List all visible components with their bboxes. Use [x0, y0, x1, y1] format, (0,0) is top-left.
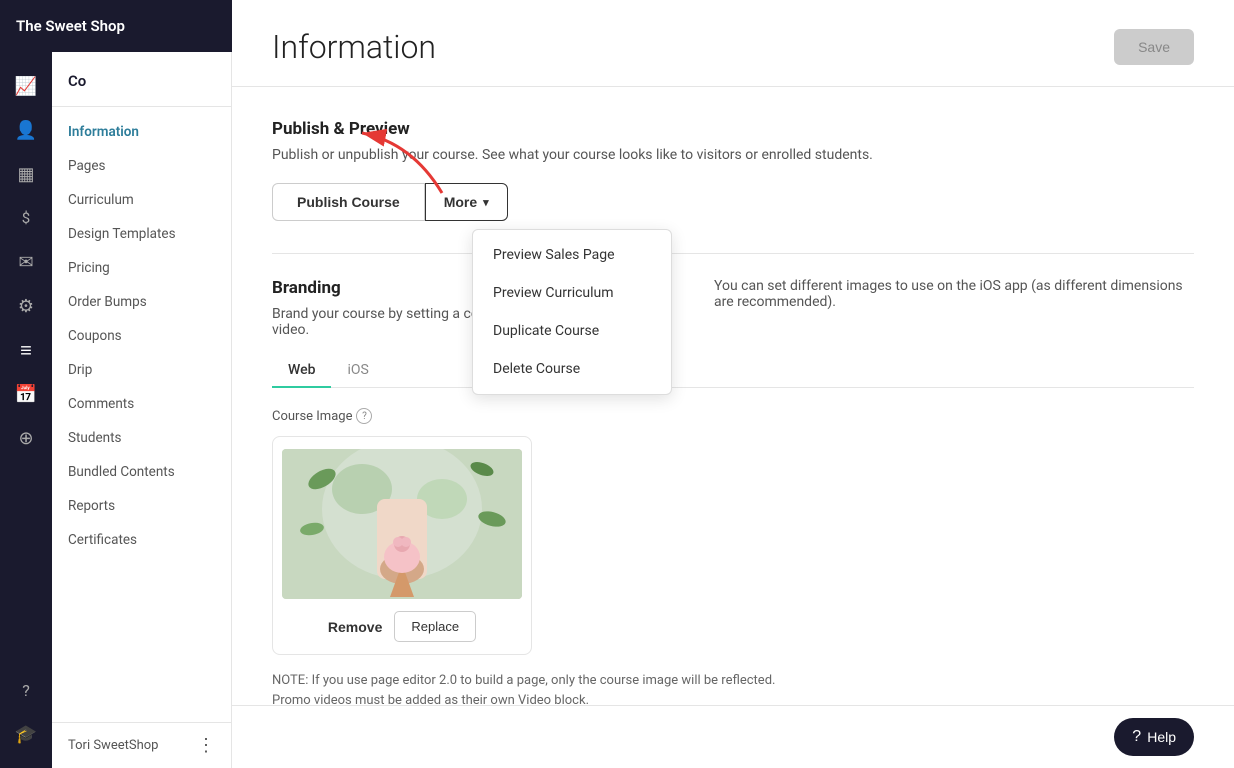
help-circle-icon: ? [1132, 728, 1141, 746]
main-header: Information Save [232, 0, 1234, 87]
sidebar-item-design-templates[interactable]: Design Templates [52, 217, 231, 251]
tab-ios[interactable]: iOS [331, 354, 384, 388]
help-button[interactable]: ? Help [1114, 718, 1194, 756]
sidebar-item-comments[interactable]: Comments [52, 387, 231, 421]
more-button[interactable]: More ▾ [425, 183, 508, 221]
layout-icon[interactable]: ▦ [8, 156, 44, 192]
image-tab-bar: Web iOS [272, 354, 1194, 388]
replace-image-button[interactable]: Replace [394, 611, 476, 642]
mail-icon[interactable]: ✉ [8, 244, 44, 280]
branding-section: Branding Brand your course by setting a … [272, 278, 1194, 705]
course-image-preview [282, 449, 522, 599]
sidebar-item-pricing[interactable]: Pricing [52, 251, 231, 285]
publish-preview-title: Publish & Preview [272, 119, 1194, 139]
calendar-icon[interactable]: 📅 [8, 376, 44, 412]
sidebar-item-pages[interactable]: Pages [52, 149, 231, 183]
course-image-help-icon[interactable]: ? [356, 408, 372, 424]
sidebar-item-certificates[interactable]: Certificates [52, 523, 231, 557]
help-circle-icon[interactable]: ? [8, 672, 44, 708]
sidebar-item-bundled-contents[interactable]: Bundled Contents [52, 455, 231, 489]
page-title: Information [272, 28, 436, 66]
sidebar-item-information[interactable]: Information [52, 115, 231, 149]
analytics-icon[interactable]: 📈 [8, 68, 44, 104]
sidebar: Co Information Pages Curriculum Design T… [52, 52, 232, 768]
dollar-icon[interactable]: $ [8, 200, 44, 236]
integrations-icon[interactable]: ⊕ [8, 420, 44, 456]
publish-btn-group: Publish Course More ▾ Preview Sales Page… [272, 183, 1194, 221]
app-brand-bar: The Sweet Shop [0, 0, 232, 52]
remove-image-button[interactable]: Remove [328, 619, 382, 635]
sidebar-item-drip[interactable]: Drip [52, 353, 231, 387]
main-content: Information Save Publish & Preview Publi… [232, 0, 1234, 768]
dropdown-item-duplicate-course[interactable]: Duplicate Course [473, 312, 671, 350]
users-icon[interactable]: 👤 [8, 112, 44, 148]
sidebar-nav: Information Pages Curriculum Design Temp… [52, 107, 231, 722]
settings-icon[interactable]: ⚙ [8, 288, 44, 324]
tab-web[interactable]: Web [272, 354, 331, 388]
main-body: Publish & Preview Publish or unpublish y… [232, 87, 1234, 705]
branding-extra-desc: You can set different images to use on t… [714, 278, 1194, 310]
dropdown-item-preview-curriculum[interactable]: Preview Curriculum [473, 274, 671, 312]
sidebar-item-reports[interactable]: Reports [52, 489, 231, 523]
publish-preview-section: Publish & Preview Publish or unpublish y… [272, 119, 1194, 221]
image-actions: Remove Replace [328, 611, 476, 642]
dropdown-menu: Preview Sales Page Preview Curriculum Du… [472, 229, 672, 395]
course-image-svg [282, 449, 522, 599]
sidebar-menu-dots[interactable]: ⋮ [197, 735, 215, 756]
sidebar-item-order-bumps[interactable]: Order Bumps [52, 285, 231, 319]
publish-course-button[interactable]: Publish Course [272, 183, 425, 221]
section-divider [272, 253, 1194, 254]
sidebar-user-name: Tori SweetShop [68, 738, 158, 753]
main-footer: ? Help [232, 705, 1234, 768]
courses-icon[interactable]: ≡ [8, 332, 44, 368]
more-button-label: More [444, 194, 477, 210]
app-title: The Sweet Shop [16, 17, 125, 35]
sidebar-item-students[interactable]: Students [52, 421, 231, 455]
dropdown-item-delete-course[interactable]: Delete Course [473, 350, 671, 388]
branding-header: Branding Brand your course by setting a … [272, 278, 1194, 338]
course-image-box: Remove Replace [272, 436, 532, 655]
dropdown-item-preview-sales[interactable]: Preview Sales Page [473, 236, 671, 274]
sidebar-footer: Tori SweetShop ⋮ [52, 722, 231, 768]
graduation-icon[interactable]: 🎓 [8, 716, 44, 752]
sidebar-item-coupons[interactable]: Coupons [52, 319, 231, 353]
save-button[interactable]: Save [1114, 29, 1194, 65]
course-image-label: Course Image ? [272, 408, 1194, 424]
sidebar-header: Co [52, 52, 231, 107]
note-text: NOTE: If you use page editor 2.0 to buil… [272, 671, 872, 705]
publish-preview-desc: Publish or unpublish your course. See wh… [272, 147, 1194, 163]
nav-rail: 📈 👤 ▦ $ ✉ ⚙ ≡ 📅 ⊕ ? 🎓 [0, 52, 52, 768]
chevron-down-icon: ▾ [483, 196, 489, 209]
sidebar-item-curriculum[interactable]: Curriculum [52, 183, 231, 217]
